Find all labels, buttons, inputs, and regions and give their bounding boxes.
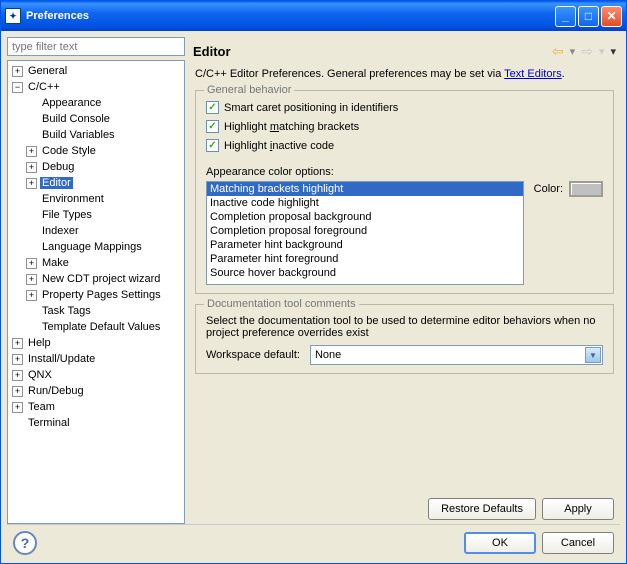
chevron-down-icon: ▼ (585, 347, 601, 363)
titlebar: ✦ Preferences _ □ ✕ (1, 1, 626, 31)
nav-back-icon[interactable]: ⇦ (552, 43, 564, 60)
tree-item-debug[interactable]: +Debug (8, 159, 184, 175)
list-item[interactable]: Completion proposal foreground (207, 224, 523, 238)
tree-item-proppages[interactable]: +Property Pages Settings (8, 287, 184, 303)
appearance-color-list[interactable]: Matching brackets highlight Inactive cod… (206, 181, 524, 285)
filter-input[interactable] (7, 37, 185, 56)
tree-item-terminal[interactable]: Terminal (8, 415, 184, 431)
group-label: General behavior (204, 84, 294, 96)
text-editors-link[interactable]: Text Editors (504, 68, 561, 80)
tree-item-filetypes[interactable]: File Types (8, 207, 184, 223)
maximize-button[interactable]: □ (578, 6, 599, 27)
tree-item-langmap[interactable]: Language Mappings (8, 239, 184, 255)
color-label: Color: (534, 183, 563, 195)
workspace-default-combo[interactable]: None ▼ (310, 345, 603, 365)
documentation-group: Documentation tool comments Select the d… (195, 304, 614, 374)
nav-forward-menu: ▾ (599, 45, 605, 58)
apply-button[interactable]: Apply (542, 498, 614, 520)
check-icon: ✓ (206, 120, 219, 133)
tree-item-ccpp[interactable]: −C/C++ (8, 79, 184, 95)
tree-item-templdef[interactable]: Template Default Values (8, 319, 184, 335)
list-item[interactable]: Inactive code highlight (207, 196, 523, 210)
tree-item-editor[interactable]: +Editor (8, 175, 184, 191)
tree-item-appearance[interactable]: Appearance (8, 95, 184, 111)
cancel-button[interactable]: Cancel (542, 532, 614, 554)
nav-forward-icon: ⇨ (581, 43, 593, 60)
color-button[interactable] (569, 181, 603, 197)
tree-item-indexer[interactable]: Indexer (8, 223, 184, 239)
highlight-matching-checkbox[interactable]: ✓Highlight matching brackets (206, 120, 603, 133)
list-item[interactable]: Matching brackets highlight (207, 182, 523, 196)
doc-description: Select the documentation tool to be used… (206, 315, 603, 339)
check-icon: ✓ (206, 101, 219, 114)
page-title: Editor (193, 44, 231, 59)
tree-item-general[interactable]: +General (8, 63, 184, 79)
list-item[interactable]: Parameter hint foreground (207, 252, 523, 266)
tree-item-tasktags[interactable]: Task Tags (8, 303, 184, 319)
tree-item-buildconsole[interactable]: Build Console (8, 111, 184, 127)
minimize-button[interactable]: _ (555, 6, 576, 27)
check-icon: ✓ (206, 139, 219, 152)
list-item[interactable]: Source hover background (207, 266, 523, 280)
tree-item-make[interactable]: +Make (8, 255, 184, 271)
intro-text: C/C++ Editor Preferences. General prefer… (195, 68, 614, 80)
help-button[interactable]: ? (13, 531, 37, 555)
tree-item-help[interactable]: +Help (8, 335, 184, 351)
group-label: Documentation tool comments (204, 298, 359, 310)
close-button[interactable]: ✕ (601, 6, 622, 27)
smart-caret-checkbox[interactable]: ✓Smart caret positioning in identifiers (206, 101, 603, 114)
appearance-list-label: Appearance color options: (206, 166, 603, 178)
app-icon: ✦ (5, 8, 21, 24)
restore-defaults-button[interactable]: Restore Defaults (428, 498, 536, 520)
list-item[interactable]: Completion proposal background (207, 210, 523, 224)
tree-item-rundebug[interactable]: +Run/Debug (8, 383, 184, 399)
window-title: Preferences (26, 10, 89, 22)
view-menu-icon[interactable]: ▾ (610, 45, 616, 58)
preference-tree[interactable]: +General −C/C++ Appearance Build Console… (7, 60, 185, 524)
nav-back-menu[interactable]: ▾ (570, 45, 576, 58)
tree-item-newcdt[interactable]: +New CDT project wizard (8, 271, 184, 287)
highlight-inactive-checkbox[interactable]: ✓Highlight inactive code (206, 139, 603, 152)
tree-item-install[interactable]: +Install/Update (8, 351, 184, 367)
tree-item-codestyle[interactable]: +Code Style (8, 143, 184, 159)
ok-button[interactable]: OK (464, 532, 536, 554)
general-behavior-group: General behavior ✓Smart caret positionin… (195, 90, 614, 294)
workspace-default-label: Workspace default: (206, 349, 300, 361)
tree-item-team[interactable]: +Team (8, 399, 184, 415)
tree-item-buildvars[interactable]: Build Variables (8, 127, 184, 143)
tree-item-environment[interactable]: Environment (8, 191, 184, 207)
tree-item-qnx[interactable]: +QNX (8, 367, 184, 383)
list-item[interactable]: Parameter hint background (207, 238, 523, 252)
